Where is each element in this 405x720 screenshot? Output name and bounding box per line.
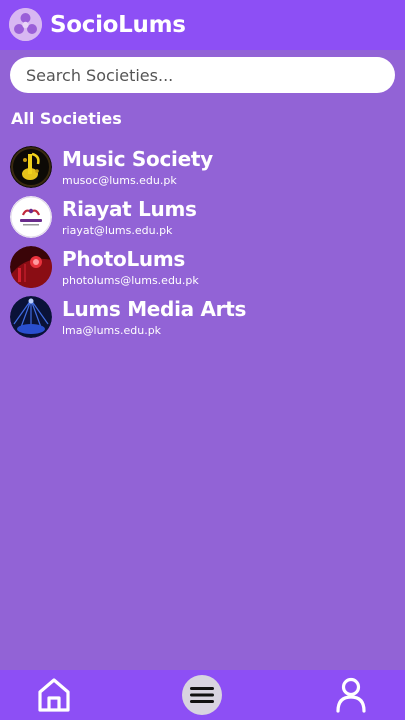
society-email: musoc@lums.edu.pk bbox=[62, 174, 177, 187]
society-email: photolums@lums.edu.pk bbox=[62, 274, 199, 287]
app-title: SocioLums bbox=[50, 12, 186, 38]
society-name: PhotoLums bbox=[62, 247, 185, 271]
society-item-photolums[interactable]: PhotoLums photolums@lums.edu.pk bbox=[10, 245, 395, 295]
society-name: Lums Media Arts bbox=[62, 297, 247, 321]
society-name: Music Society bbox=[62, 147, 213, 171]
user-icon[interactable] bbox=[330, 674, 372, 716]
lma-logo-icon bbox=[10, 296, 52, 338]
menu-icon[interactable] bbox=[182, 675, 224, 717]
photolums-logo-icon bbox=[10, 246, 52, 288]
home-icon[interactable] bbox=[33, 674, 75, 716]
society-item-riayat-lums[interactable]: Riayat Lums riayat@lums.edu.pk bbox=[10, 195, 395, 245]
search-input[interactable] bbox=[10, 57, 395, 93]
society-email: lma@lums.edu.pk bbox=[62, 324, 162, 337]
society-name: Riayat Lums bbox=[62, 197, 197, 221]
section-title: All Societies bbox=[11, 109, 122, 128]
society-item-lums-media-arts[interactable]: Lums Media Arts lma@lums.edu.pk bbox=[10, 295, 395, 345]
society-email: riayat@lums.edu.pk bbox=[62, 224, 173, 237]
society-list: Music Society musoc@lums.edu.pk Riayat L… bbox=[10, 145, 395, 345]
riayat-logo-icon bbox=[10, 196, 52, 238]
app-logo-icon bbox=[9, 8, 42, 41]
music-society-logo-icon bbox=[10, 146, 52, 188]
app-header: SocioLums bbox=[0, 0, 405, 50]
society-item-music-society[interactable]: Music Society musoc@lums.edu.pk bbox=[10, 145, 395, 195]
bottom-nav bbox=[0, 670, 405, 720]
